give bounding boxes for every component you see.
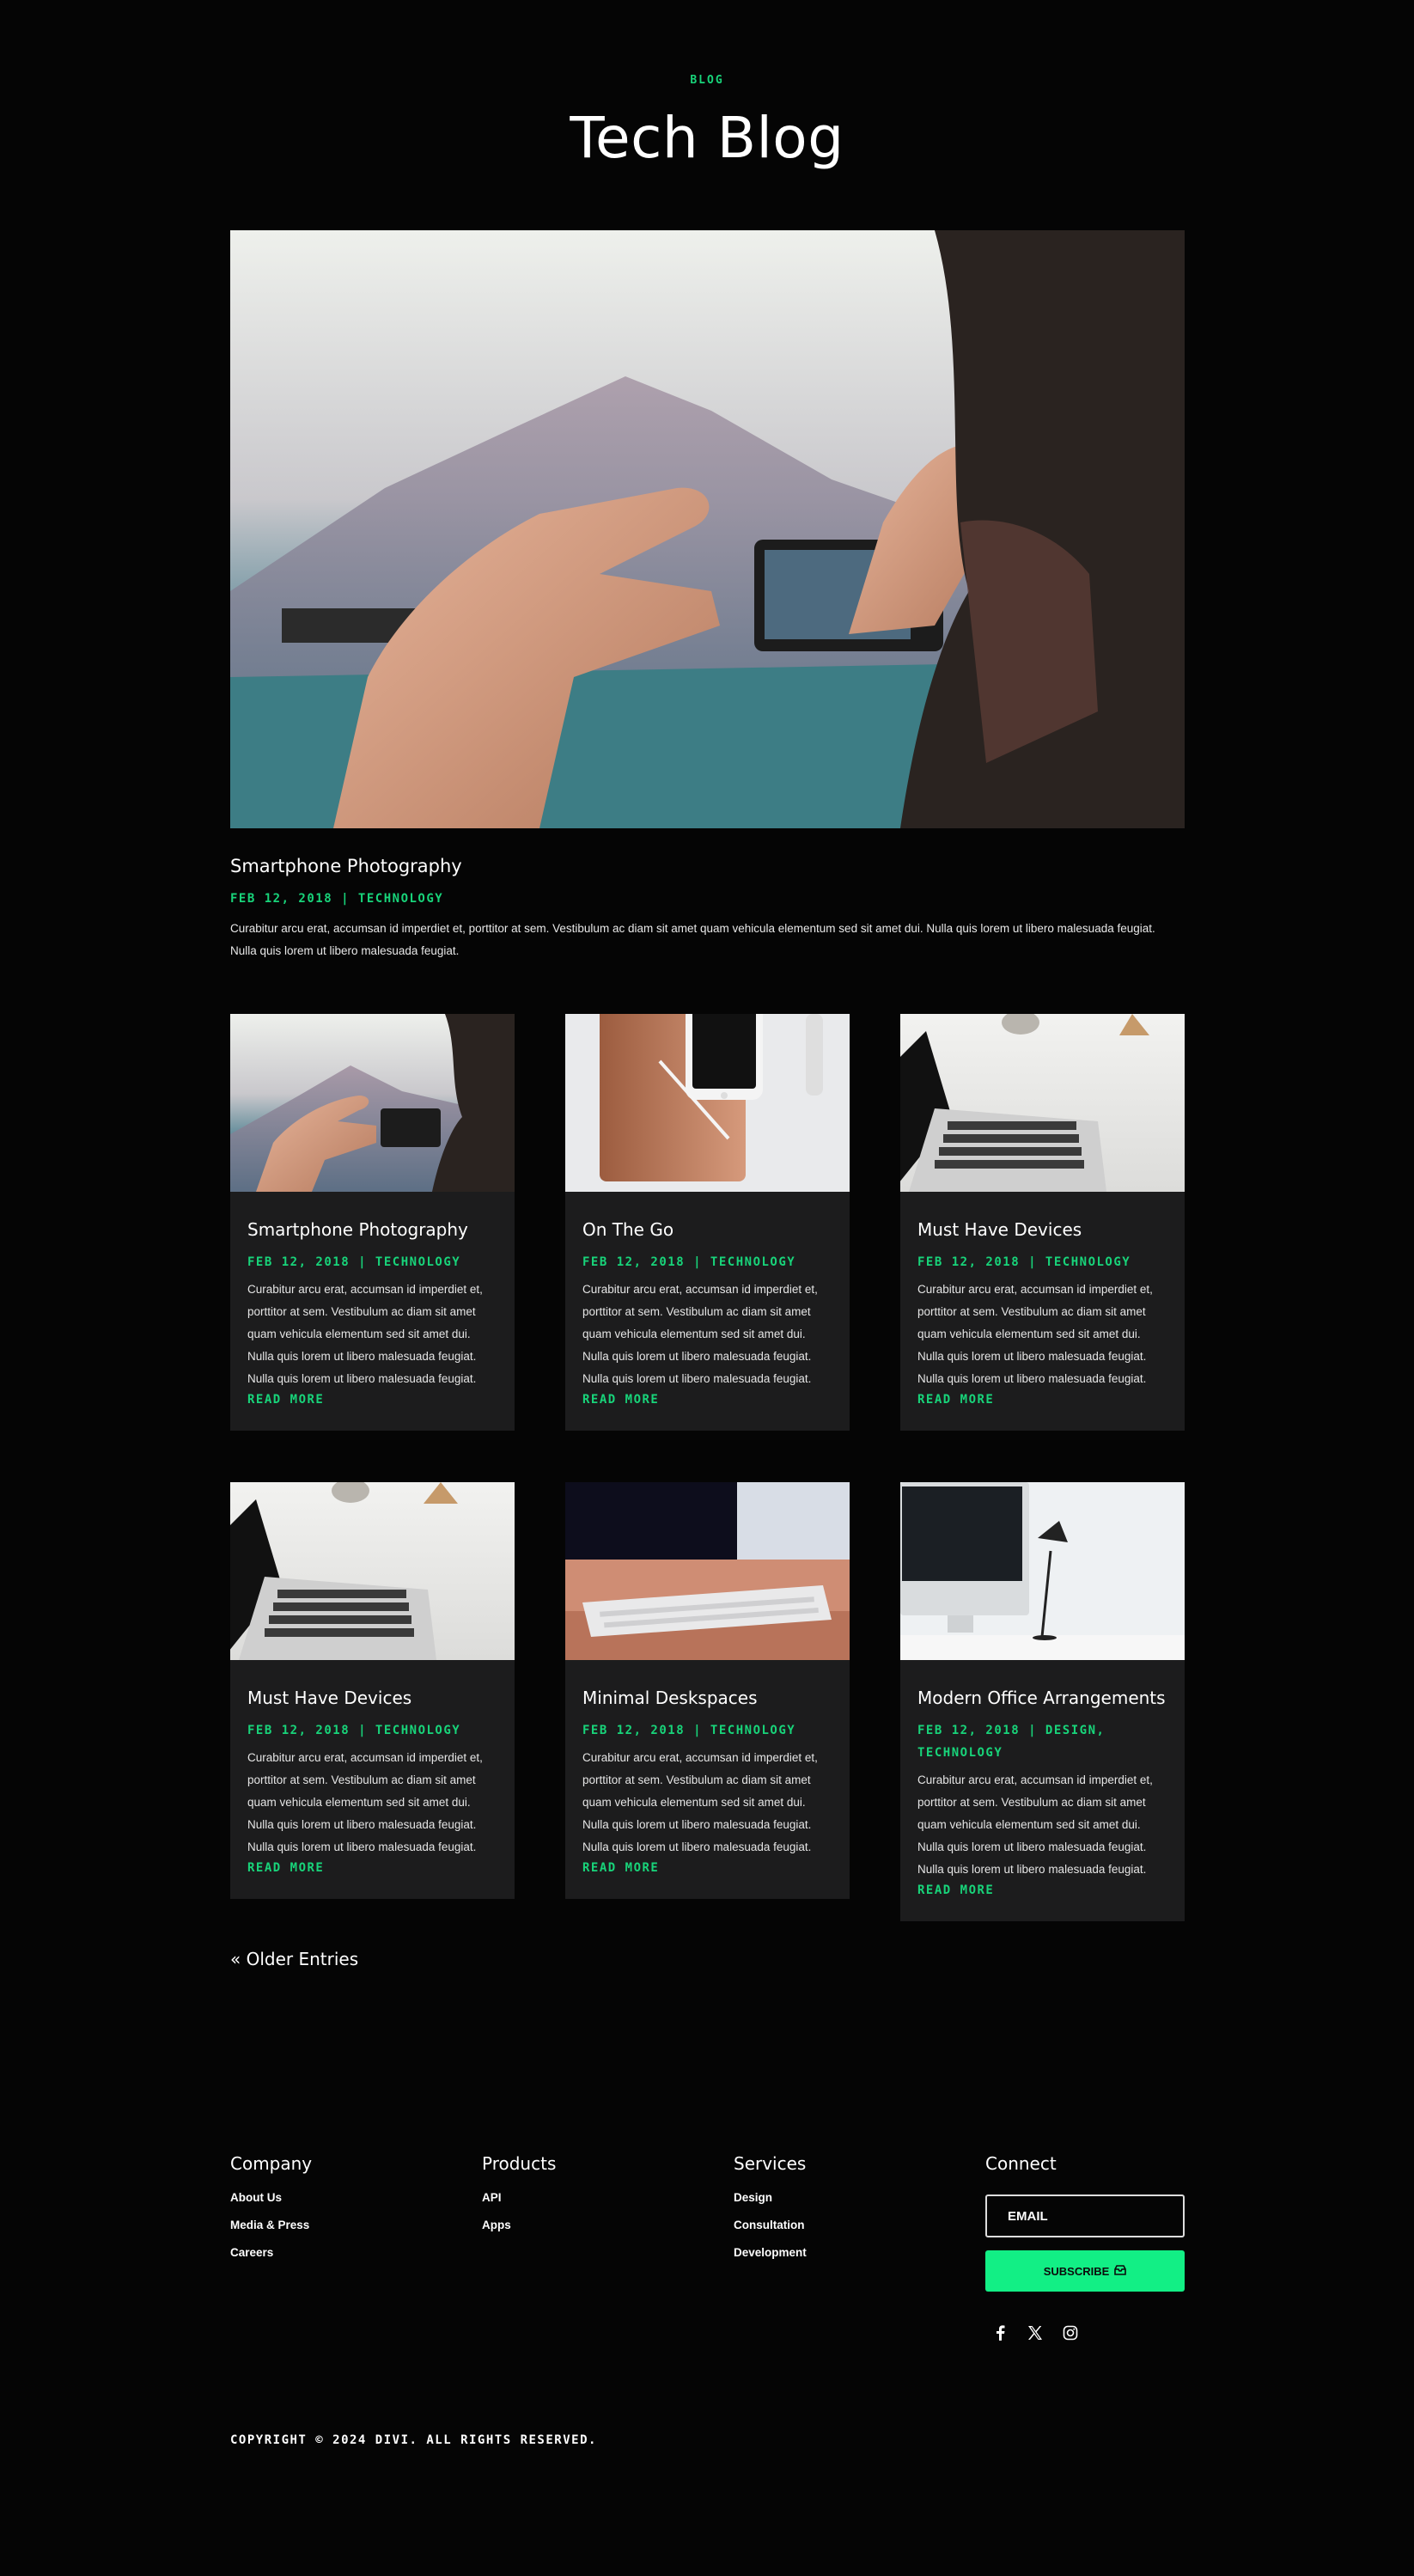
footer-link-design[interactable]: Design [734,2191,807,2204]
keyboard-image [565,1482,850,1660]
footer-link-consultation[interactable]: Consultation [734,2219,807,2231]
copyright-text: COPYRIGHT © 2024 DIVI. ALL RIGHTS RESERV… [230,2433,597,2447]
post-title[interactable]: Must Have Devices [917,1218,1167,1241]
footer-heading: Products [482,2153,557,2174]
email-field[interactable] [985,2194,1185,2237]
footer-services-column: Services Design Consultation Development [734,2153,807,2274]
footer-link-media-press[interactable]: Media & Press [230,2219,312,2231]
footer-heading: Company [230,2153,313,2174]
phone-photo-image [230,1014,515,1192]
footer-heading: Services [734,2153,807,2174]
read-more-link[interactable]: READ MORE [247,1390,497,1409]
featured-post-title[interactable]: Smartphone Photography [230,856,462,876]
post-meta: FEB 12, 2018 | TECHNOLOGY [582,1255,796,1269]
laptop-image [900,1014,1185,1192]
post-thumbnail[interactable] [565,1014,850,1192]
featured-post-excerpt: Curabitur arcu erat, accumsan id imperdi… [230,922,1155,957]
page-eyebrow: BLOG [690,74,724,87]
post-thumbnail[interactable] [900,1014,1185,1192]
footer-connect-column: Connect [985,2153,1057,2191]
read-more-link[interactable]: READ MORE [582,1859,832,1877]
subscribe-button[interactable]: SUBSCRIBE [985,2250,1185,2292]
post-meta: FEB 12, 2018 | TECHNOLOGY [247,1255,461,1269]
phone-photo-image [230,230,1185,828]
post-thumbnail[interactable] [230,1482,515,1660]
read-more-link[interactable]: READ MORE [917,1390,1167,1409]
footer-link-development[interactable]: Development [734,2246,807,2259]
post-thumbnail[interactable] [230,1014,515,1192]
footer-link-about-us[interactable]: About Us [230,2191,312,2204]
footer-link-apps[interactable]: Apps [482,2219,556,2231]
post-excerpt: Curabitur arcu erat, accumsan id imperdi… [582,1751,818,1853]
post-meta: FEB 12, 2018 | TECHNOLOGY [917,1255,1131,1269]
facebook-icon[interactable] [987,2320,1013,2346]
post-card: Must Have Devices FEB 12, 2018 | TECHNOL… [900,1014,1185,1431]
footer-heading: Connect [985,2153,1057,2174]
footer-products-column: Products API Apps [482,2153,556,2246]
post-excerpt: Curabitur arcu erat, accumsan id imperdi… [247,1283,483,1385]
footer-company-column: Company About Us Media & Press Careers [230,2153,312,2274]
post-title[interactable]: Minimal Deskspaces [582,1687,832,1709]
post-card: Modern Office Arrangements FEB 12, 2018 … [900,1482,1185,1921]
post-thumbnail[interactable] [900,1482,1185,1660]
subscribe-label: SUBSCRIBE [1043,2264,1110,2278]
post-thumbnail[interactable] [565,1482,850,1660]
post-card: On The Go FEB 12, 2018 | TECHNOLOGY Cura… [565,1014,850,1431]
post-excerpt: Curabitur arcu erat, accumsan id imperdi… [917,1283,1153,1385]
instagram-icon[interactable] [1057,2320,1083,2346]
read-more-link[interactable]: READ MORE [582,1390,832,1409]
post-title[interactable]: Must Have Devices [247,1687,497,1709]
x-icon[interactable] [1022,2320,1048,2346]
footer-link-careers[interactable]: Careers [230,2246,312,2259]
read-more-link[interactable]: READ MORE [247,1859,497,1877]
post-meta: FEB 12, 2018 | DESIGN, TECHNOLOGY [917,1724,1106,1760]
inbox-icon [1114,2264,1127,2278]
post-excerpt: Curabitur arcu erat, accumsan id imperdi… [582,1283,818,1385]
featured-post-image[interactable] [230,230,1185,828]
post-card: Must Have Devices FEB 12, 2018 | TECHNOL… [230,1482,515,1899]
featured-post-meta: FEB 12, 2018 | TECHNOLOGY [230,892,444,906]
older-entries-link[interactable]: « Older Entries [230,1949,358,1969]
post-meta: FEB 12, 2018 | TECHNOLOGY [582,1724,796,1737]
post-title[interactable]: On The Go [582,1218,832,1241]
post-title[interactable]: Smartphone Photography [247,1218,497,1241]
post-card: Smartphone Photography FEB 12, 2018 | TE… [230,1014,515,1431]
read-more-link[interactable]: READ MORE [917,1881,1167,1900]
page-title: Tech Blog [570,105,844,171]
tablet-phone-image [565,1014,850,1192]
imac-desk-image [900,1482,1185,1660]
post-card: Minimal Deskspaces FEB 12, 2018 | TECHNO… [565,1482,850,1899]
laptop-image [230,1482,515,1660]
post-title[interactable]: Modern Office Arrangements [917,1687,1167,1709]
post-meta: FEB 12, 2018 | TECHNOLOGY [247,1724,461,1737]
post-excerpt: Curabitur arcu erat, accumsan id imperdi… [917,1773,1153,1876]
footer-link-api[interactable]: API [482,2191,556,2204]
post-excerpt: Curabitur arcu erat, accumsan id imperdi… [247,1751,483,1853]
